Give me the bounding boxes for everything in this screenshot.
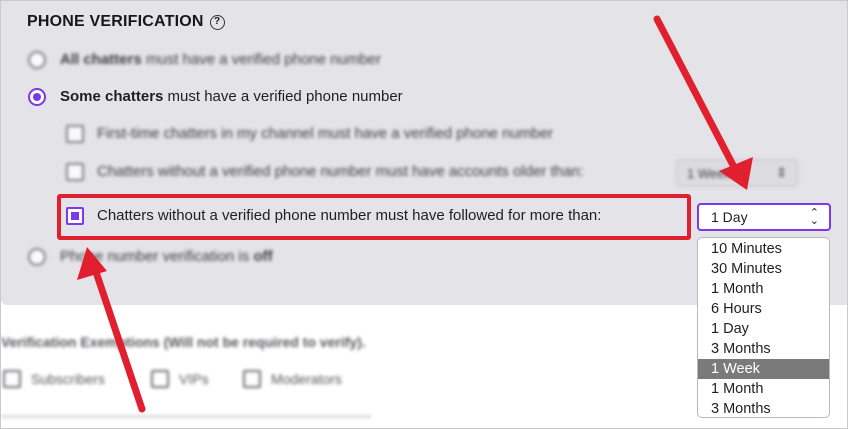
label-moderators: Moderators: [271, 371, 342, 387]
checkbox-first-time-chatters[interactable]: [66, 125, 84, 143]
exemption-subscribers[interactable]: Subscribers: [3, 370, 105, 388]
label-some-chatters: Some chatters must have a verified phone…: [60, 88, 403, 105]
exemption-moderators[interactable]: Moderators: [243, 370, 342, 388]
checkbox-vips[interactable]: [151, 370, 169, 388]
account-age-chevron-icon: ⇕: [776, 165, 787, 180]
screenshot-frame: PHONE VERIFICATION ? All chatters must h…: [0, 0, 848, 429]
label-verification-off: Phone number verification is off: [60, 248, 273, 265]
all-chatters-rest: must have a verified phone number: [141, 51, 382, 68]
follow-age-select[interactable]: 1 Day ⌃ ⌄: [697, 203, 831, 231]
radio-all-chatters[interactable]: [28, 51, 46, 69]
verification-off-text: Phone number verification is: [60, 248, 254, 265]
dropdown-option[interactable]: 1 Month: [698, 379, 829, 399]
radio-verification-off[interactable]: [28, 248, 46, 266]
dropdown-option[interactable]: 10 Minutes: [698, 239, 829, 259]
label-vips: VIPs: [179, 371, 209, 387]
follow-age-value: 1 Day: [711, 209, 748, 225]
account-age-select[interactable]: 1 Week ⇕: [676, 159, 798, 187]
label-all-chatters: All chatters must have a verified phone …: [60, 51, 381, 68]
dropdown-option[interactable]: 6 Hours: [698, 299, 829, 319]
dropdown-option[interactable]: 3 Months: [698, 339, 829, 359]
section-divider: [1, 415, 371, 418]
exemptions-title: Verification Exemptions (Will not be req…: [1, 334, 366, 350]
dropdown-option[interactable]: 1 Week: [698, 359, 829, 379]
all-chatters-bold: All chatters: [60, 51, 142, 68]
section-title: PHONE VERIFICATION ?: [27, 13, 225, 31]
dropdown-option[interactable]: 1 Month: [698, 279, 829, 299]
verification-off-bold: off: [253, 248, 273, 265]
select-updown-icon: ⌃ ⌄: [809, 207, 819, 227]
section-title-text: PHONE VERIFICATION: [27, 13, 204, 30]
some-chatters-rest: must have a verified phone number: [163, 88, 403, 105]
label-account-age: Chatters without a verified phone number…: [97, 163, 584, 180]
account-age-value: 1 Week: [687, 165, 731, 181]
dropdown-option[interactable]: 30 Minutes: [698, 259, 829, 279]
label-first-time-chatters: First-time chatters in my channel must h…: [97, 125, 554, 142]
help-icon[interactable]: ?: [209, 14, 225, 30]
dropdown-option[interactable]: 3 Months: [698, 399, 829, 417]
checkbox-subscribers[interactable]: [3, 370, 21, 388]
exemption-vips[interactable]: VIPs: [151, 370, 209, 388]
checkbox-account-age[interactable]: [66, 163, 84, 181]
some-chatters-bold: Some chatters: [60, 88, 164, 105]
label-subscribers: Subscribers: [31, 371, 105, 387]
dropdown-option[interactable]: 1 Day: [698, 319, 829, 339]
radio-some-chatters[interactable]: [28, 88, 46, 106]
checkbox-moderators[interactable]: [243, 370, 261, 388]
follow-age-dropdown[interactable]: 10 Minutes 30 Minutes 1 Month 6 Hours 1 Day 3…: [697, 237, 830, 418]
annotation-highlight-box: [57, 194, 691, 240]
